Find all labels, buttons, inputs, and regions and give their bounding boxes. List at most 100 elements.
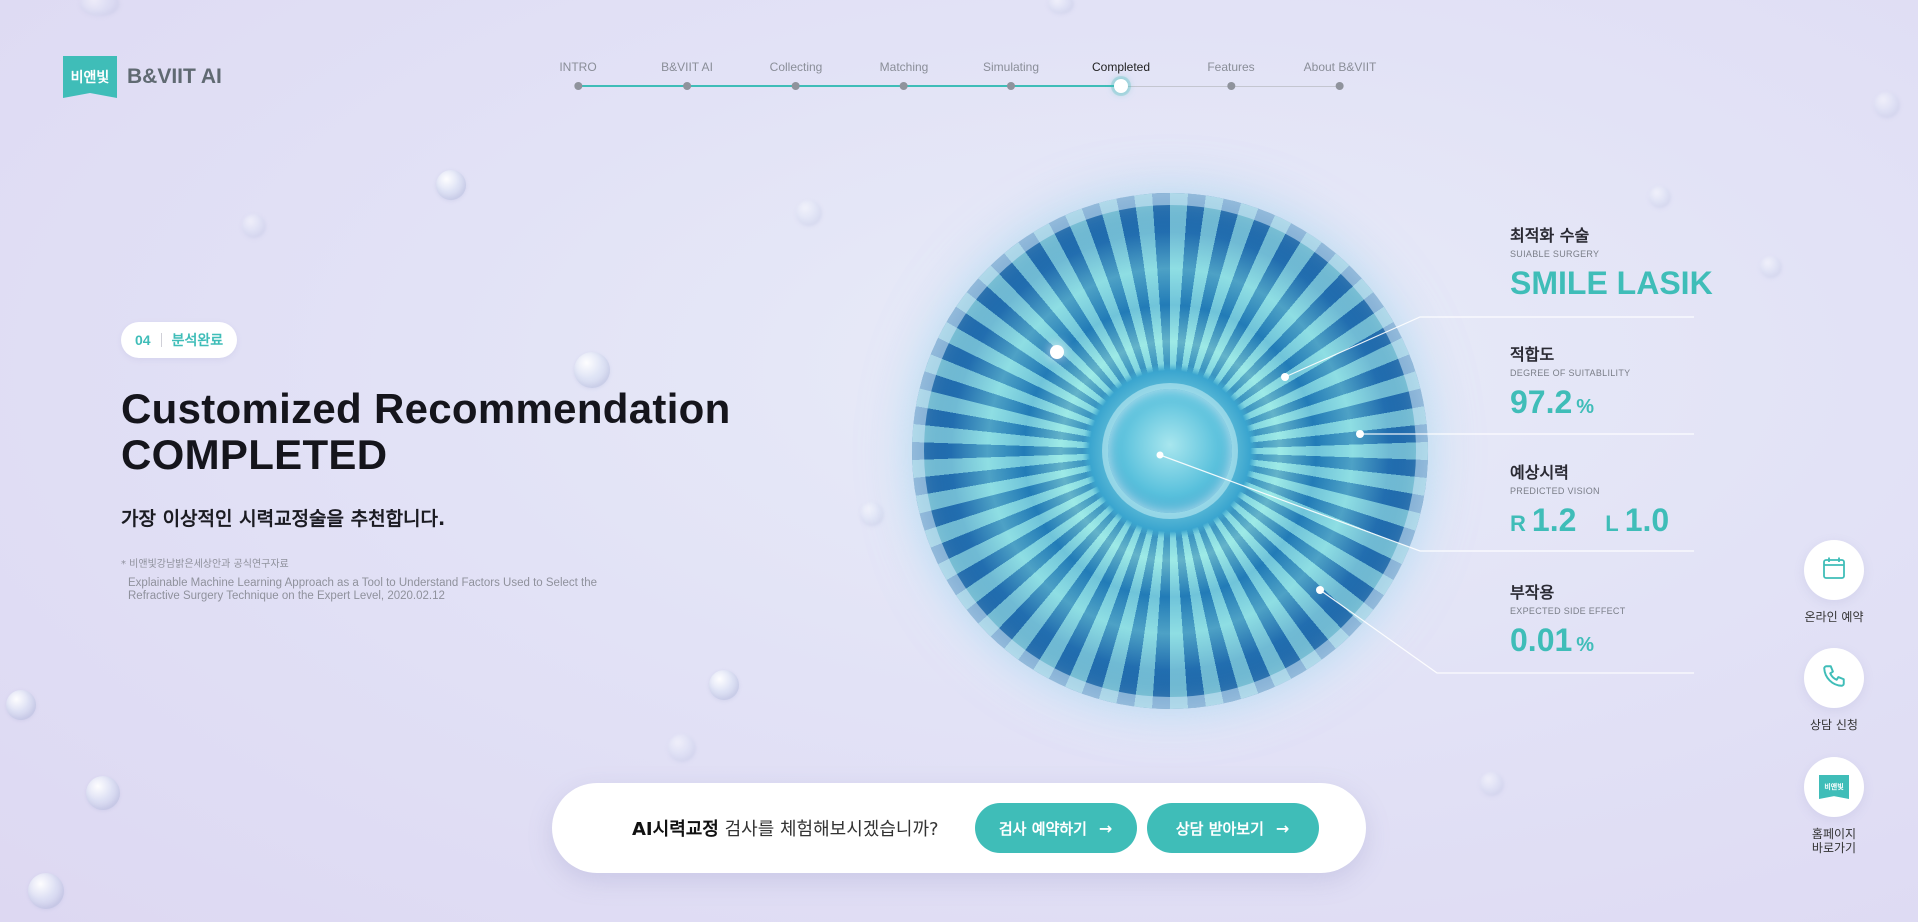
left-eye-label: L xyxy=(1605,511,1619,536)
bubble-decoration xyxy=(436,170,466,200)
brand-logo[interactable]: 비앤빛 B&VIIT AI xyxy=(63,56,222,98)
stat-surgery-title: 최적화 수술 xyxy=(1510,226,1590,245)
title-line-1: Customized Recommendation xyxy=(121,385,731,432)
nav-label: Matching xyxy=(879,60,929,74)
quick-label-line-2: 바로가기 xyxy=(1811,841,1857,855)
cta-bar: AI시력교정 검사를 체험해보시겠습니까? 검사 예약하기 → 상담 받아보기 → xyxy=(552,783,1366,873)
consultation-button[interactable]: 상담 받아보기 → xyxy=(1146,803,1319,853)
title-line-2: COMPLETED xyxy=(121,431,388,478)
quick-consult-request[interactable]: 상담 신청 xyxy=(1804,648,1864,732)
bubble-decoration xyxy=(242,214,266,238)
cta-question: 검사를 체험해보시겠습니까? xyxy=(718,819,939,840)
exam-reservation-button[interactable]: 검사 예약하기 → xyxy=(974,803,1137,853)
bubble-decoration xyxy=(574,352,610,388)
stat-suitability-title: 적합도 xyxy=(1510,345,1555,364)
quick-label: 홈페이지 바로가기 xyxy=(1784,827,1884,855)
bubble-decoration xyxy=(1760,256,1782,278)
stat-vision: 예상시력 PREDICTED VISION R 1.2 L 1.0 xyxy=(1510,459,1669,539)
stat-surgery: 최적화 수술 SUIABLE SURGERY SMILE LASIK xyxy=(1510,222,1713,302)
stat-vision-subtitle: PREDICTED VISION xyxy=(1510,486,1600,496)
button-label: 상담 받아보기 xyxy=(1175,819,1264,838)
nav-dot xyxy=(574,82,582,90)
bubble-decoration xyxy=(28,873,64,909)
arrow-right-icon: → xyxy=(1098,818,1113,838)
stat-suitability-unit: % xyxy=(1576,396,1595,418)
reference-citation: Explainable Machine Learning Approach as… xyxy=(128,577,598,602)
quick-label-line-1: 홈페이지 xyxy=(1811,827,1857,841)
stat-suitability: 적합도 DEGREE OF SUITABLILITY 97.2% xyxy=(1510,341,1630,421)
nav-dot xyxy=(1335,82,1344,90)
reference-note: * 비앤빛강남밝은세상안과 공식연구자료 xyxy=(121,559,289,570)
bubble-decoration xyxy=(668,734,696,762)
nav-item-completed[interactable]: Completed xyxy=(1091,60,1151,93)
progress-nav: INTRO B&VIIT AI Collecting Matching Simu… xyxy=(559,60,1380,100)
stat-side-effect: 부작용 EXPECTED SIDE EFFECT 0.01% xyxy=(1510,579,1626,659)
stat-side-effect-unit: % xyxy=(1576,634,1595,656)
nav-item-simulating[interactable]: Simulating xyxy=(982,60,1040,90)
quick-label: 상담 신청 xyxy=(1810,718,1858,732)
bubble-decoration xyxy=(1874,92,1900,118)
stat-surgery-value: SMILE LASIK xyxy=(1510,265,1713,301)
stat-side-effect-value-row: 0.01% xyxy=(1510,622,1626,659)
bubble-decoration xyxy=(1649,186,1671,208)
page-title: Customized Recommendation COMPLETED xyxy=(121,386,731,478)
nav-item-about-bnviit[interactable]: About B&VIIT xyxy=(1303,60,1377,90)
button-label: 검사 예약하기 xyxy=(998,819,1087,838)
calendar-icon xyxy=(1821,555,1847,585)
bubble-decoration xyxy=(86,776,120,810)
nav-dot xyxy=(791,82,800,90)
nav-item-collecting[interactable]: Collecting xyxy=(769,60,823,90)
quick-circle xyxy=(1804,648,1864,708)
quick-label: 온라인 예약 xyxy=(1804,610,1864,624)
cta-strong: AI시력교정 xyxy=(632,819,719,840)
step-divider xyxy=(160,333,162,347)
nav-dot xyxy=(1007,82,1015,90)
stat-side-effect-subtitle: EXPECTED SIDE EFFECT xyxy=(1510,606,1626,616)
nav-label: B&VIIT AI xyxy=(661,60,713,74)
nav-label: Features xyxy=(1207,60,1255,74)
quick-online-reservation[interactable]: 온라인 예약 xyxy=(1804,540,1864,624)
cta-text: AI시력교정 검사를 체험해보시겠습니까? xyxy=(632,815,939,841)
step-number: 04 xyxy=(135,332,151,348)
nav-track-progress xyxy=(578,85,1121,87)
right-eye-value: 1.2 xyxy=(1531,502,1577,538)
bubble-decoration xyxy=(796,200,822,226)
bnviit-logo-icon: 비앤빛 xyxy=(1819,775,1849,799)
nav-dot xyxy=(683,82,691,90)
logo-text: B&VIIT AI xyxy=(127,65,222,88)
nav-label: Completed xyxy=(1091,60,1151,74)
nav-item-bnviit-ai[interactable]: B&VIIT AI xyxy=(661,60,713,90)
nav-dot-active xyxy=(1114,79,1128,93)
quick-circle xyxy=(1804,540,1864,600)
nav-item-matching[interactable]: Matching xyxy=(879,60,929,90)
left-eye-value: 1.0 xyxy=(1624,502,1670,538)
nav-label: Simulating xyxy=(982,60,1040,74)
stat-side-effect-title: 부작용 xyxy=(1510,583,1555,602)
right-eye-label: R xyxy=(1510,511,1526,536)
quick-circle: 비앤빛 xyxy=(1804,757,1864,817)
stat-vision-title: 예상시력 xyxy=(1510,463,1569,482)
nav-dot xyxy=(899,82,908,90)
page-subtitle: 가장 이상적인 시력교정술을 추천합니다. xyxy=(121,508,446,530)
bubble-decoration xyxy=(1480,772,1504,796)
bubble-decoration xyxy=(709,670,739,700)
nav-item-intro[interactable]: INTRO xyxy=(559,60,597,90)
bubble-decoration xyxy=(6,690,36,720)
nav-dot xyxy=(1226,82,1235,90)
stat-suitability-subtitle: DEGREE OF SUITABLILITY xyxy=(1510,368,1631,378)
stat-vision-value-row: R 1.2 L 1.0 xyxy=(1510,502,1669,539)
quick-homepage[interactable]: 비앤빛 홈페이지 바로가기 xyxy=(1804,757,1864,855)
arrow-right-icon: → xyxy=(1275,818,1290,838)
nav-label: Collecting xyxy=(769,60,823,74)
step-label: 분석완료 xyxy=(171,333,224,349)
step-badge: 04 분석완료 xyxy=(121,322,238,358)
stat-side-effect-value: 0.01 xyxy=(1510,622,1573,658)
stat-suitability-value: 97.2 xyxy=(1510,384,1573,420)
nav-item-features[interactable]: Features xyxy=(1207,60,1255,90)
bubble-decoration xyxy=(80,0,120,16)
nav-label: INTRO xyxy=(559,60,597,74)
stat-suitability-value-row: 97.2% xyxy=(1510,384,1630,421)
stat-surgery-subtitle: SUIABLE SURGERY xyxy=(1510,249,1600,259)
bubble-decoration xyxy=(1048,0,1074,14)
nav-label: About B&VIIT xyxy=(1303,60,1377,74)
